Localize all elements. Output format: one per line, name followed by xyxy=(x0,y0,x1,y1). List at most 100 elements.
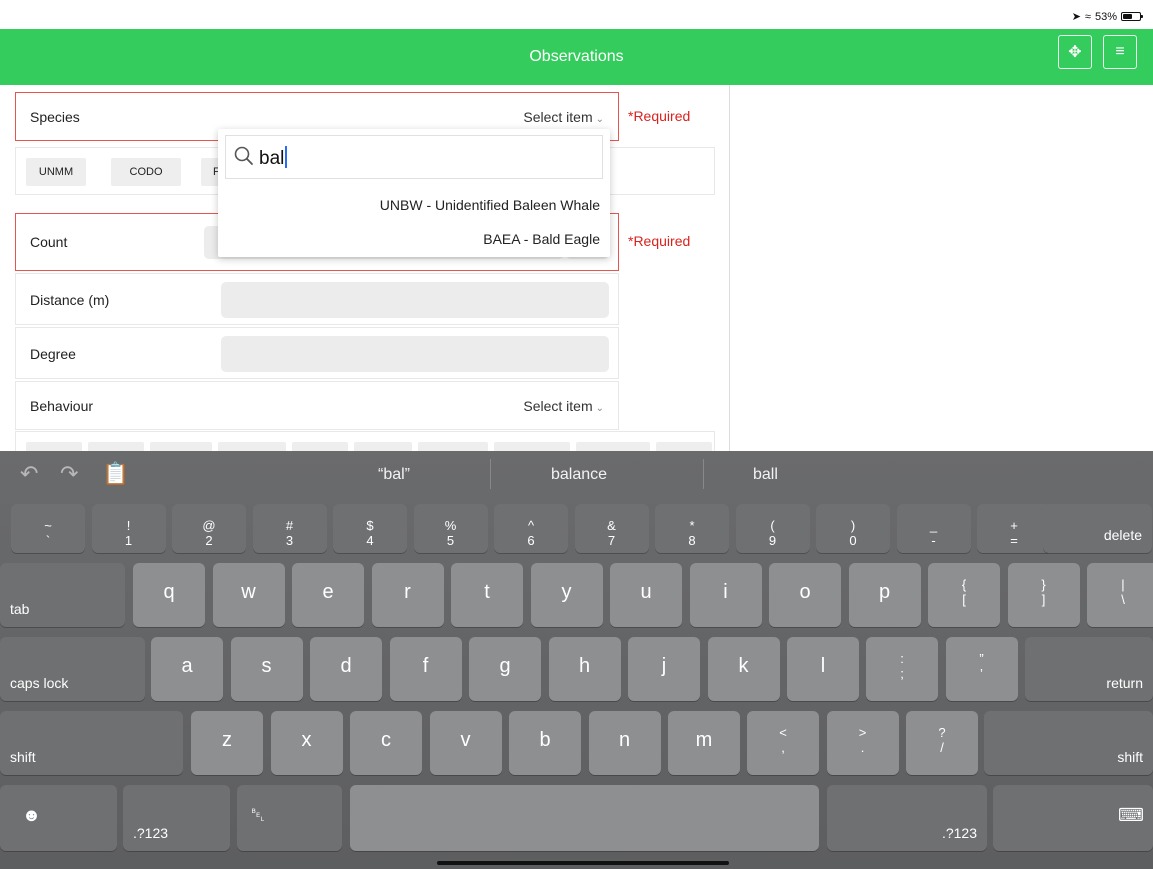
numbers-key-left[interactable]: .?123 xyxy=(123,785,230,851)
key-num-4[interactable]: $4 xyxy=(333,504,407,553)
distance-input[interactable] xyxy=(221,282,609,318)
key-num-6[interactable]: ^ 6 xyxy=(494,504,568,553)
key-bracket-1[interactable]: }] xyxy=(1007,563,1080,627)
key-num-1-primary: 1 xyxy=(124,533,133,548)
key-num-2[interactable]: @2 xyxy=(172,504,246,553)
count-label: Count xyxy=(30,234,68,250)
key-sym-0[interactable]: <, xyxy=(747,711,819,775)
species-required: *Required xyxy=(628,108,691,124)
behaviour-select[interactable]: Select item ⌄ xyxy=(523,398,604,414)
key-num-5[interactable]: % 5 xyxy=(413,504,488,553)
key-bracket-0[interactable]: {[ xyxy=(928,563,1000,627)
key-m[interactable]: m xyxy=(668,711,740,775)
key-k[interactable]: k xyxy=(707,637,780,701)
key-num-9[interactable]: (9 xyxy=(735,504,810,553)
key-num-7[interactable]: & 7 xyxy=(574,504,649,553)
key-t-label: t xyxy=(484,581,490,603)
species-search-input[interactable]: bal xyxy=(225,135,603,179)
delete-key[interactable]: delete xyxy=(1043,504,1152,553)
numbers-key-right-label: .?123 xyxy=(941,825,977,841)
key-bracket-0-secondary: { xyxy=(961,577,967,592)
species-select[interactable]: Select item ⌄ xyxy=(523,109,604,125)
key-punct-0[interactable]: :; xyxy=(866,637,938,701)
dictation-key[interactable]: ␇ xyxy=(237,785,342,851)
key-num-10-secondary: ) xyxy=(850,518,856,533)
key-num-12[interactable]: + = xyxy=(977,504,1051,553)
hide-keyboard-key[interactable]: ⌨ xyxy=(993,785,1153,851)
shift-left-key[interactable]: shift xyxy=(0,711,183,775)
key-v[interactable]: v xyxy=(429,711,502,775)
key-sym-1[interactable]: >. xyxy=(826,711,899,775)
key-num-8[interactable]: * 8 xyxy=(655,504,729,553)
redo-icon[interactable]: ↷ xyxy=(60,461,78,487)
key-u-label: u xyxy=(640,581,652,603)
key-punct-1[interactable]: ”’ xyxy=(945,637,1018,701)
keyboard-suggestion-bar: ↶ ↷ 📋 “bal” balance ball xyxy=(0,451,1153,496)
key-l[interactable]: l xyxy=(787,637,859,701)
search-icon xyxy=(234,146,253,165)
key-num-11[interactable]: _ - xyxy=(896,504,971,553)
key-r[interactable]: r xyxy=(371,563,444,627)
key-num-2-primary: 2 xyxy=(205,533,213,548)
key-num-0[interactable]: ~ ` xyxy=(11,504,85,553)
key-e[interactable]: e xyxy=(292,563,364,627)
key-f[interactable]: f xyxy=(389,637,462,701)
key-k-label: k xyxy=(738,655,749,677)
search-query: bal xyxy=(259,146,288,170)
key-o[interactable]: o xyxy=(769,563,841,627)
undo-icon[interactable]: ↶ xyxy=(20,461,38,487)
species-label: Species xyxy=(30,109,80,125)
caps-lock-key[interactable]: caps lock xyxy=(0,637,145,701)
tab-key[interactable]: tab xyxy=(0,563,125,627)
suggestion-1[interactable]: balance xyxy=(551,466,607,484)
emoji-key[interactable]: ☻ xyxy=(0,785,117,851)
key-num-12-primary: = xyxy=(1010,533,1018,548)
key-s[interactable]: s xyxy=(230,637,303,701)
dropdown-option[interactable]: BAEA - Bald Eagle xyxy=(483,231,600,247)
chip-unmm[interactable]: UNMM xyxy=(26,158,86,186)
suggestion-typed[interactable]: “bal” xyxy=(378,466,410,484)
caps-lock-key-label: caps lock xyxy=(10,675,69,691)
key-i[interactable]: i xyxy=(689,563,762,627)
home-indicator xyxy=(437,861,729,865)
space-bar[interactable] xyxy=(350,785,819,851)
degree-input[interactable] xyxy=(221,336,609,372)
key-q[interactable]: q xyxy=(133,563,205,627)
numbers-key-right[interactable]: .?123 xyxy=(827,785,987,851)
key-num-1[interactable]: ! 1 xyxy=(91,504,166,553)
species-dropdown: bal UNBW - Unidentified Baleen Whale BAE… xyxy=(218,129,610,257)
dropdown-option[interactable]: UNBW - Unidentified Baleen Whale xyxy=(380,197,600,213)
key-w[interactable]: w xyxy=(212,563,285,627)
key-j[interactable]: j xyxy=(628,637,700,701)
key-bracket-2[interactable]: | \ xyxy=(1087,563,1153,627)
shift-right-key[interactable]: shift xyxy=(984,711,1153,775)
key-d[interactable]: d xyxy=(310,637,382,701)
key-num-10[interactable]: ) 0 xyxy=(816,504,890,553)
distance-row: Distance (m) xyxy=(15,273,619,325)
key-p[interactable]: p xyxy=(848,563,921,627)
key-num-3[interactable]: #3 xyxy=(252,504,327,553)
key-t[interactable]: t xyxy=(451,563,523,627)
shift-left-key-label: shift xyxy=(10,749,36,765)
move-button[interactable]: ✥ xyxy=(1058,35,1092,69)
key-u[interactable]: u xyxy=(610,563,682,627)
key-a[interactable]: a xyxy=(151,637,223,701)
hamburger-icon: ≡ xyxy=(1115,43,1125,60)
key-bracket-1-primary: ] xyxy=(1041,592,1046,607)
return-key[interactable]: return xyxy=(1025,637,1153,701)
key-z[interactable]: z xyxy=(191,711,263,775)
key-h[interactable]: h xyxy=(548,637,621,701)
key-i-label: i xyxy=(723,581,728,603)
key-v-label: v xyxy=(460,729,471,751)
key-x[interactable]: x xyxy=(270,711,343,775)
key-g[interactable]: g xyxy=(469,637,541,701)
suggestion-2[interactable]: ball xyxy=(753,466,778,484)
key-c[interactable]: c xyxy=(350,711,422,775)
key-b[interactable]: b xyxy=(509,711,581,775)
paste-icon[interactable]: 📋 xyxy=(102,461,129,487)
key-y[interactable]: y xyxy=(530,563,603,627)
key-sym-2[interactable]: ? / xyxy=(906,711,978,775)
key-n[interactable]: n xyxy=(588,711,661,775)
chip-codo[interactable]: CODO xyxy=(111,158,181,186)
menu-button[interactable]: ≡ xyxy=(1103,35,1137,69)
